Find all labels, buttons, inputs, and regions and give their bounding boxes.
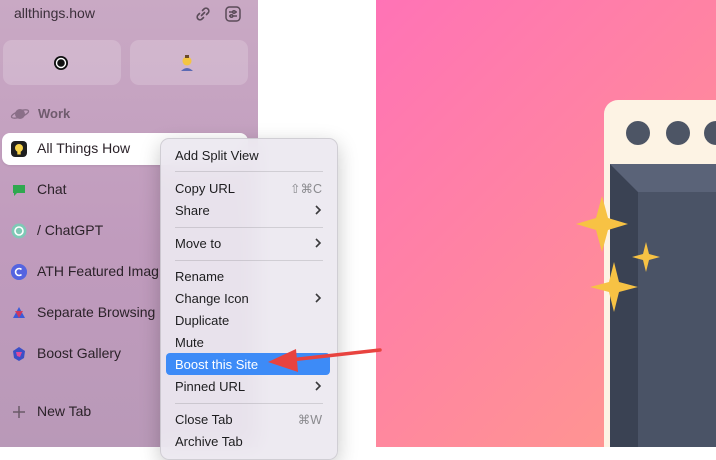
annotation-arrow <box>268 348 382 372</box>
